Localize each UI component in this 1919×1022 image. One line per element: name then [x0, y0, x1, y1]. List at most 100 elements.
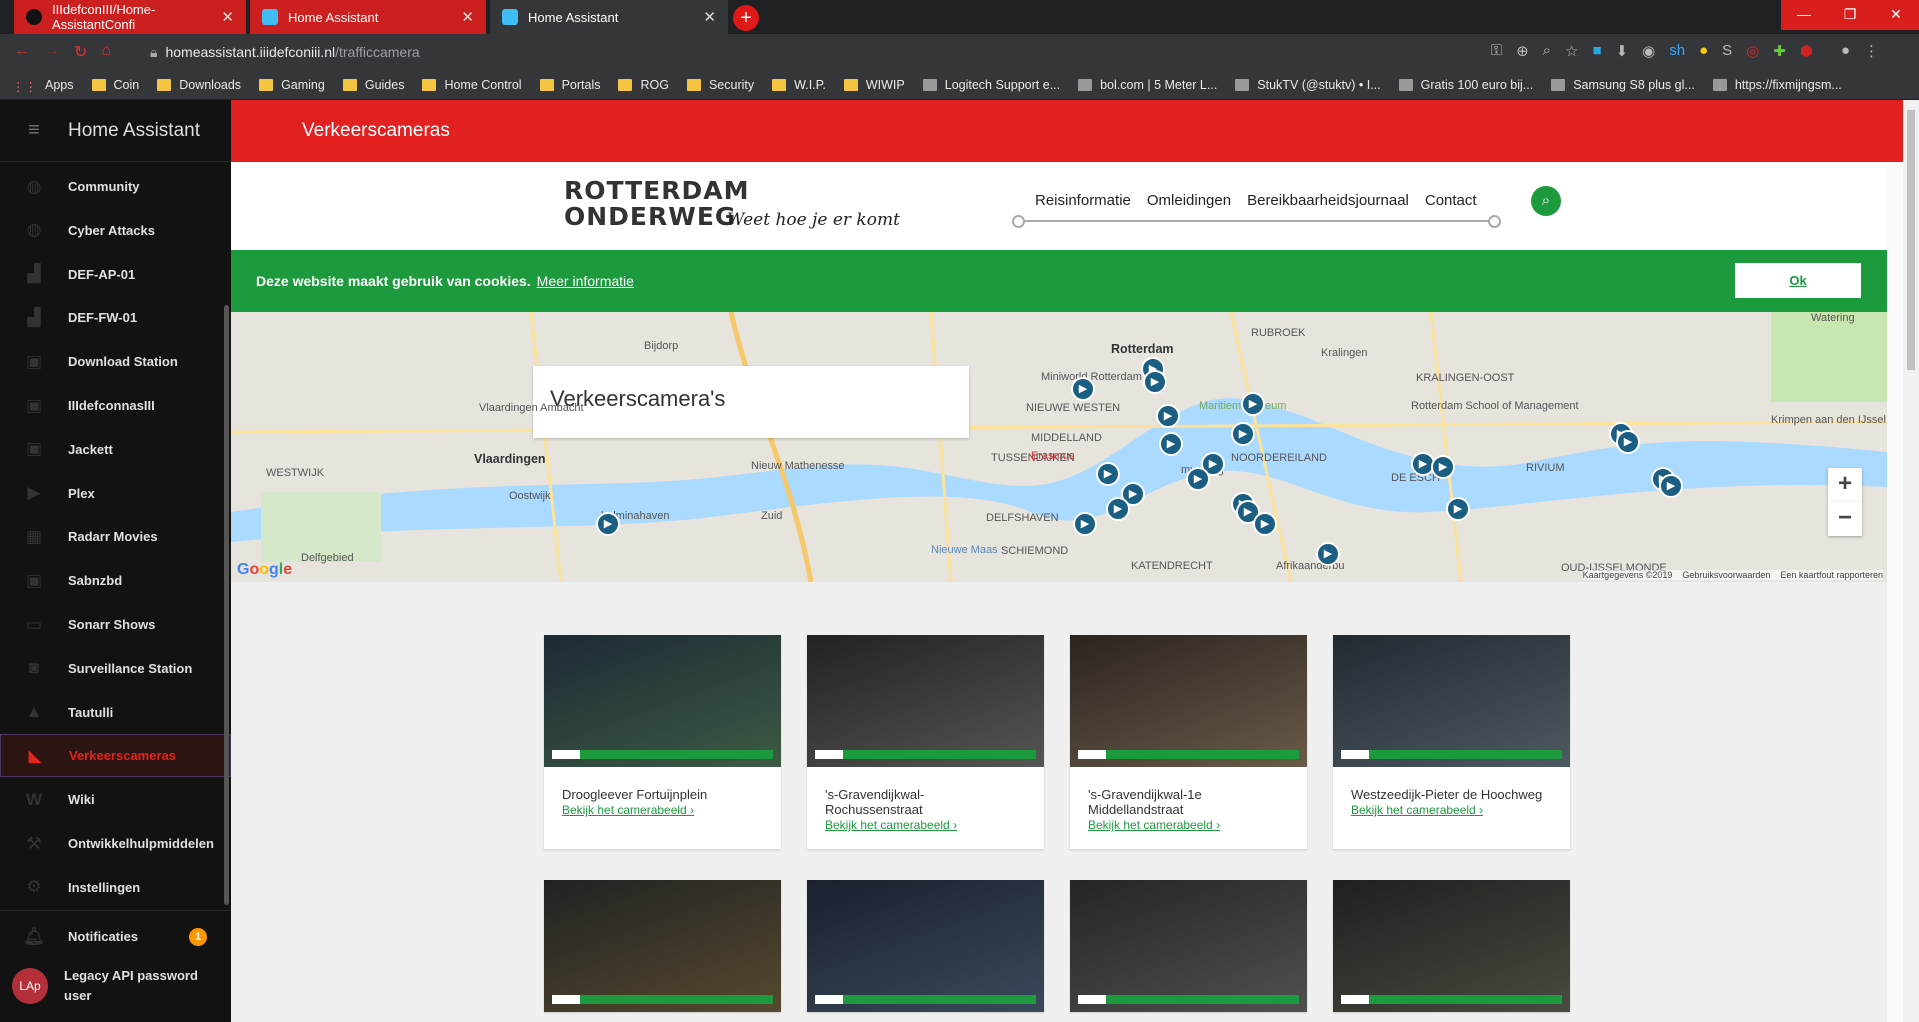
sidebar-item-notifications[interactable]: 🔔︎ Notificaties 1	[0, 915, 231, 958]
traffic-map[interactable]: Verkeerscamera's Bijdorp Miniworld Rotte…	[231, 312, 1887, 582]
scrollbar-thumb[interactable]	[1907, 110, 1915, 370]
sidebar-item-def-fw-01[interactable]: ▟ DEF-FW-01	[0, 296, 231, 339]
nav-bereikbaarheidsjournaal[interactable]: Bereikbaarheidsjournaal	[1247, 192, 1409, 209]
bookmark-item[interactable]: ⋮⋮ Apps	[12, 78, 74, 94]
camera-thumbnail[interactable]	[807, 880, 1044, 1012]
reload-icon[interactable]: ↻	[74, 42, 87, 62]
sidebar-item-ontwikkelhulpmiddelen[interactable]: ⚒ Ontwikkelhulpmiddelen	[0, 822, 231, 865]
sidebar-item-sonarr-shows[interactable]: ▭ Sonarr Shows	[0, 603, 231, 646]
camera-marker-icon[interactable]: ▶	[1659, 474, 1683, 498]
home-icon[interactable]: ⌂	[101, 42, 111, 62]
sidebar-item-verkeerscameras[interactable]: ◣ Verkeerscameras	[0, 734, 231, 778]
camera-marker-icon[interactable]: ▶	[596, 512, 620, 536]
bookmark-item[interactable]: https://fixmijngsm...	[1712, 78, 1842, 92]
camera-marker-icon[interactable]: ▶	[1431, 455, 1455, 479]
camera-thumbnail[interactable]	[1070, 635, 1307, 767]
camera-marker-icon[interactable]: ▶	[1241, 392, 1265, 416]
camera-thumbnail[interactable]	[1070, 880, 1307, 1012]
camera-card[interactable]: 's-Gravendijkwal- Rochussenstraat Bekijk …	[807, 635, 1044, 849]
maximize-button[interactable]: ❐	[1827, 0, 1873, 30]
camera-card[interactable]: Westzeedijk-Pieter de Hoochweg Bekijk het…	[1333, 635, 1570, 849]
search-button[interactable]: ⌕	[1531, 186, 1561, 216]
sidebar-item-tautulli[interactable]: ▲ Tautulli	[0, 691, 231, 734]
extension-icon[interactable]: sh	[1669, 42, 1685, 60]
camera-thumbnail[interactable]	[544, 635, 781, 767]
browser-tab-github[interactable]: IIIdefconIII/Home-AssistantConfi ✕	[14, 0, 246, 34]
camera-marker-icon[interactable]: ▶	[1071, 377, 1095, 401]
sidebar-item-download-station[interactable]: ▣ Download Station	[0, 340, 231, 383]
bookmark-item[interactable]: Gratis 100 euro bij...	[1398, 78, 1533, 92]
sidebar-item-jackett[interactable]: ▣ Jackett	[0, 428, 231, 471]
bookmark-item[interactable]: Home Control	[422, 78, 522, 92]
camera-card[interactable]: 's-Gravendijkwal-1e Middellandstraat Beki…	[1070, 635, 1307, 849]
sidebar-item-surveillance-station[interactable]: ◙ Surveillance Station	[0, 647, 231, 690]
terms-link[interactable]: Gebruiksvoorwaarden	[1682, 570, 1770, 580]
camera-view-link[interactable]: Bekijk het camerabeeld ›	[825, 817, 1026, 833]
new-tab-button[interactable]: +	[733, 5, 759, 31]
camera-marker-icon[interactable]: ▶	[1143, 370, 1167, 394]
ublock-icon[interactable]: ⬢	[1800, 42, 1813, 60]
camera-card[interactable]	[807, 880, 1044, 1012]
sidebar-item-user[interactable]: LAp Legacy API password user	[0, 961, 231, 1011]
profile-icon[interactable]: ●	[1841, 42, 1850, 60]
nav-reisinformatie[interactable]: Reisinformatie	[1035, 192, 1131, 209]
sidebar-item-iiidefconnasiii[interactable]: ▣ IIIdefconnasIII	[0, 384, 231, 427]
camera-view-link[interactable]: Bekijk het camerabeeld ›	[562, 802, 763, 818]
key-icon[interactable]: ⚿	[1491, 42, 1502, 60]
nav-omleidingen[interactable]: Omleidingen	[1147, 192, 1231, 209]
sidebar-item-sabnzbd[interactable]: ▣ Sabnzbd	[0, 559, 231, 602]
nav-contact[interactable]: Contact	[1425, 192, 1477, 209]
camera-marker-icon[interactable]: ▶	[1186, 467, 1210, 491]
camera-marker-icon[interactable]: ▶	[1096, 462, 1120, 486]
bookmark-item[interactable]: Logitech Support e...	[922, 78, 1060, 92]
report-error-link[interactable]: Een kaartfout rapporteren	[1780, 570, 1883, 580]
page-scrollbar[interactable]	[1903, 100, 1919, 1022]
camera-view-link[interactable]: Bekijk het camerabeeld ›	[1351, 802, 1552, 818]
bookmark-item[interactable]: StukTV (@stuktv) • I...	[1235, 78, 1381, 92]
sidebar-item-plex[interactable]: ▶ Plex	[0, 472, 231, 515]
bookmark-item[interactable]: ROG	[618, 78, 669, 92]
back-icon[interactable]: ←	[14, 42, 30, 62]
extension-icon[interactable]: ◉	[1642, 42, 1655, 60]
bookmark-item[interactable]: Gaming	[259, 78, 325, 92]
camera-marker-icon[interactable]: ▶	[1073, 512, 1097, 536]
zoom-icon[interactable]: ⌕	[1543, 42, 1551, 60]
plus-circle-icon[interactable]: ⊕	[1516, 42, 1529, 60]
cookie-more-link[interactable]: Meer informatie	[537, 273, 634, 289]
browser-tab-home-assistant-2[interactable]: Home Assistant ✕	[490, 0, 728, 34]
close-tab-icon[interactable]: ✕	[703, 8, 716, 26]
camera-card[interactable]	[1333, 880, 1570, 1012]
bookmark-item[interactable]: Portals	[539, 78, 600, 92]
close-tab-icon[interactable]: ✕	[221, 8, 234, 26]
sidebar-item-instellingen[interactable]: ⚙ Instellingen	[0, 866, 231, 909]
extension-icon[interactable]: ■	[1593, 42, 1602, 60]
bookmark-item[interactable]: Security	[686, 78, 754, 92]
camera-marker-icon[interactable]: ▶	[1616, 430, 1640, 454]
camera-marker-icon[interactable]: ▶	[1159, 432, 1183, 456]
forward-icon[interactable]: →	[44, 42, 60, 62]
camera-marker-icon[interactable]: ▶	[1253, 512, 1277, 536]
extension-icon[interactable]: ✚	[1773, 42, 1786, 60]
camera-card[interactable]	[544, 880, 781, 1012]
camera-marker-icon[interactable]: ▶	[1106, 497, 1130, 521]
camera-thumbnail[interactable]	[1333, 635, 1570, 767]
camera-marker-icon[interactable]: ▶	[1316, 542, 1340, 566]
sidebar-scrollbar[interactable]	[224, 305, 229, 905]
extension-icon[interactable]: S	[1722, 42, 1732, 60]
extension-icon[interactable]: ●	[1699, 42, 1708, 60]
bookmark-item[interactable]: WIWIP	[843, 78, 905, 92]
bookmark-item[interactable]: W.I.P.	[772, 78, 826, 92]
sidebar-item-def-ap-01[interactable]: ▟ DEF-AP-01	[0, 253, 231, 296]
zoom-out-button[interactable]: −	[1828, 502, 1862, 536]
minimize-button[interactable]: —	[1781, 0, 1827, 30]
bookmark-item[interactable]: Coin	[91, 78, 139, 92]
rotterdam-onderweg-logo[interactable]: ROTTERDAM ONDERWEG Weet hoe je er komt	[564, 178, 900, 231]
camera-thumbnail[interactable]	[807, 635, 1044, 767]
close-tab-icon[interactable]: ✕	[461, 8, 474, 26]
bookmark-item[interactable]: Samsung S8 plus gl...	[1551, 78, 1695, 92]
camera-thumbnail[interactable]	[544, 880, 781, 1012]
star-icon[interactable]: ☆	[1565, 42, 1578, 60]
extension-icon[interactable]: ◎	[1746, 42, 1759, 60]
download-icon[interactable]: ⬇	[1616, 42, 1629, 60]
browser-tab-home-assistant-1[interactable]: Home Assistant ✕	[250, 0, 486, 34]
